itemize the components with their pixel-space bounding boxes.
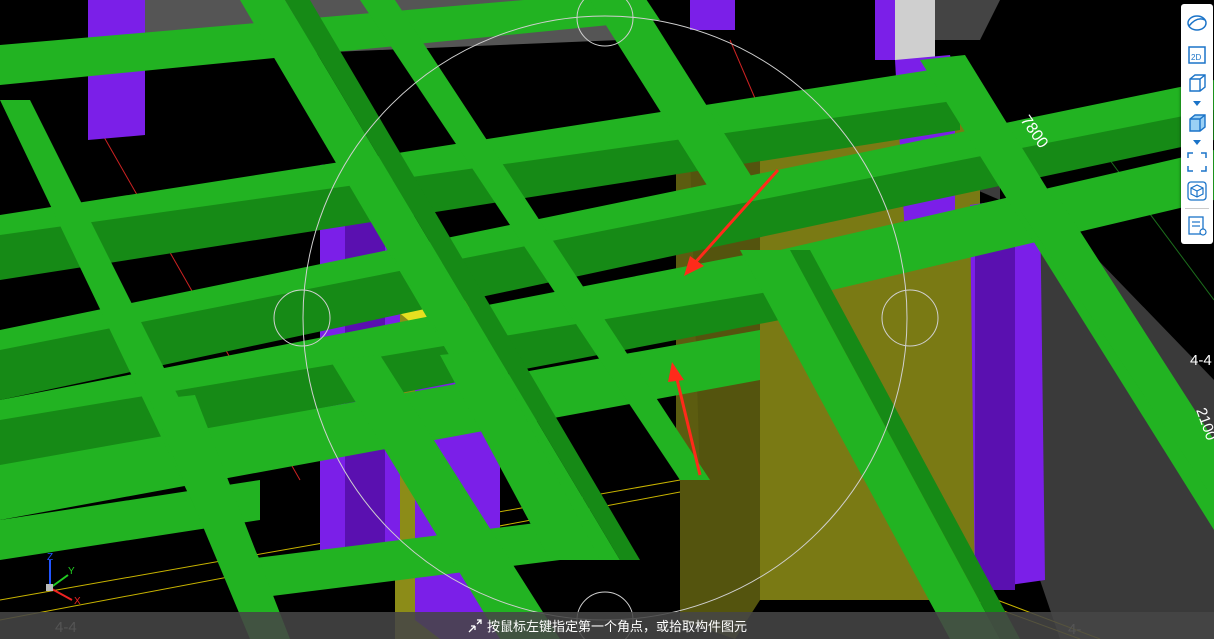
cube-view-dropdown[interactable] — [1191, 99, 1203, 107]
shaded-cube-icon — [1189, 114, 1206, 132]
toolbar-separator — [1185, 208, 1209, 209]
zoom-extents-icon — [1187, 152, 1207, 172]
2d-view-button[interactable]: 2D — [1184, 42, 1210, 68]
cube-view-icon — [1189, 74, 1206, 92]
view-toolbar: 2D — [1181, 4, 1213, 244]
3d-viewport[interactable]: 7800 4-4 2100 4-4 4- Z Y X 2D — [0, 0, 1214, 639]
orbit-button[interactable] — [1184, 10, 1210, 36]
svg-text:2D: 2D — [1191, 53, 1201, 62]
status-bar: 按鼠标左键指定第一个角点，或拾取构件图元 — [0, 612, 1214, 639]
axis-y-label: Y — [68, 566, 75, 577]
column-light — [895, 0, 935, 60]
axis-z-label: Z — [47, 552, 53, 563]
axis-x-label: X — [74, 596, 81, 607]
caret-down-icon — [1193, 139, 1201, 145]
shaded-view-button[interactable] — [1184, 110, 1210, 136]
column-side — [975, 215, 1015, 590]
shaded-view-dropdown[interactable] — [1191, 138, 1203, 146]
model-scene[interactable]: 7800 4-4 2100 4-4 4- Z Y X — [0, 0, 1214, 639]
3d-box-icon — [1187, 181, 1207, 201]
column — [690, 0, 735, 30]
properties-view-icon — [1188, 216, 1207, 236]
caret-down-icon — [1193, 100, 1201, 106]
dimension-label: 4-4 — [1190, 352, 1212, 369]
cube-view-button[interactable] — [1184, 70, 1210, 96]
3d-box-button[interactable] — [1184, 178, 1210, 204]
2d-view-icon: 2D — [1188, 46, 1206, 64]
orbit-icon — [1187, 15, 1207, 31]
select-corner-icon — [467, 618, 483, 634]
properties-view-button[interactable] — [1184, 213, 1210, 239]
status-prompt: 按鼠标左键指定第一个角点，或拾取构件图元 — [486, 619, 747, 634]
zoom-extents-button[interactable] — [1184, 149, 1210, 175]
